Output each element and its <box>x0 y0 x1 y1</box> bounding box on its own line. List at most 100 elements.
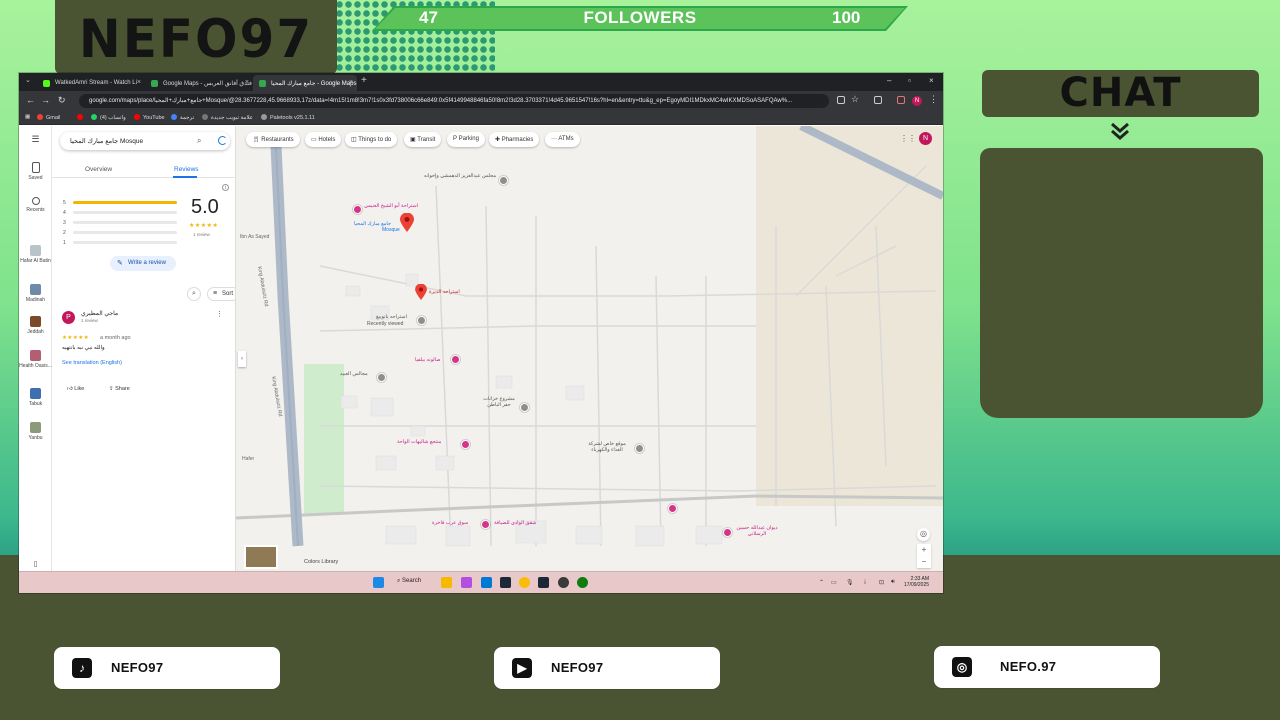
chip-transit[interactable]: ▣ Transit <box>404 132 442 147</box>
bookmark-youtube[interactable]: YouTube <box>134 114 165 121</box>
rail-hafar[interactable]: Hafar Al Batin <box>19 245 52 264</box>
poi-pin-icon[interactable] <box>635 444 644 453</box>
review-more-icon[interactable]: ⋮ <box>216 310 223 318</box>
poi-pin-icon[interactable] <box>353 205 362 214</box>
tab-maps-mosque[interactable]: جامع مبارك المحيا - Google Maps × <box>253 75 357 91</box>
poi-pin-icon[interactable] <box>723 528 732 537</box>
poi-pin-icon[interactable] <box>481 520 490 529</box>
poi-label[interactable]: استراحه بانوبيغ <box>376 314 407 320</box>
info-icon[interactable]: i <box>222 184 229 191</box>
bookmark-gmail[interactable]: Gmail <box>37 114 60 121</box>
search-input[interactable]: جامع مبارك المحيا Mosque <box>70 137 143 145</box>
poi-label[interactable]: ديوان عبدالله حسين الرسلاني <box>734 525 780 537</box>
reviewer-name[interactable]: ماجي المطيري <box>81 310 118 317</box>
bookmark-star-icon[interactable]: ☆ <box>851 94 859 105</box>
poi-pin-icon[interactable] <box>451 355 460 364</box>
tab-overview[interactable]: Overview <box>85 166 112 173</box>
chip-parking[interactable]: P Parking <box>447 132 485 147</box>
tab-kick-stream[interactable]: WatkedAmri Stream - Watch Li × <box>37 75 145 91</box>
poi-pin-icon[interactable] <box>668 504 677 513</box>
forward-icon[interactable]: → <box>41 95 50 105</box>
close-window-icon[interactable]: × <box>929 76 934 85</box>
chip-atms[interactable]: ··· ATMs <box>545 132 580 147</box>
rail-health-oasis[interactable]: Health Oasis... <box>19 350 52 369</box>
map-canvas[interactable]: 🍴︎ Restaurants ▭ Hotels ◫ Things to do ▣… <box>236 126 943 571</box>
maximize-icon[interactable]: ▫ <box>908 76 911 85</box>
bookmark-translate[interactable]: ترجمة <box>171 114 194 121</box>
microphone-icon[interactable]: 🎙︎ <box>846 579 854 586</box>
bookmark-youtube-small[interactable] <box>77 114 86 121</box>
poi-pin-icon[interactable] <box>377 373 386 382</box>
bookmark-new-tab[interactable]: علامة تبويب جديدة <box>202 114 253 121</box>
tab-search-dropdown-icon[interactable]: ⌄ <box>25 76 31 84</box>
poi-label[interactable]: منتجع شاليهات الواحة <box>397 439 441 445</box>
tab-close-icon[interactable]: × <box>349 79 353 86</box>
rail-tabuk[interactable]: Tabuk <box>19 388 52 407</box>
file-explorer-icon[interactable] <box>441 577 452 588</box>
rail-saved[interactable]: Saved <box>19 162 52 181</box>
volume-icon[interactable]: 🔊︎ <box>891 579 895 586</box>
reload-icon[interactable]: ↻ <box>58 95 66 106</box>
chip-pharmacies[interactable]: ✚ Pharmacies <box>489 132 540 147</box>
app-icon[interactable] <box>461 577 472 588</box>
place-pin-icon[interactable] <box>415 284 427 300</box>
rail-recents[interactable]: Recents <box>19 197 52 213</box>
poi-label[interactable]: مجالس العبيد <box>340 371 368 377</box>
rail-madinah[interactable]: Madinah <box>19 284 52 303</box>
chip-hotels[interactable]: ▭ Hotels <box>305 132 342 147</box>
rail-yanbu[interactable]: Yanbu <box>19 422 52 441</box>
bookmark-whatsapp[interactable]: (4) واتساب <box>91 114 126 121</box>
chip-things-to-do[interactable]: ◫ Things to do <box>345 132 398 147</box>
share-button[interactable]: ⇪ Share <box>109 386 130 392</box>
collapse-panel-icon[interactable]: ‹ <box>238 351 246 367</box>
layers-toggle-icon[interactable]: ▯ <box>19 560 52 568</box>
selected-place-pin-icon[interactable] <box>400 213 414 232</box>
xbox-icon[interactable] <box>577 577 588 588</box>
chip-restaurants[interactable]: 🍴︎ Restaurants <box>246 132 300 147</box>
network-icon[interactable]: ⊡ <box>879 579 884 586</box>
install-app-icon[interactable] <box>837 96 845 104</box>
menu-icon[interactable]: ☰ <box>19 134 52 145</box>
poi-label[interactable]: مجلس عبدالعزيز الدهمشي وإخوانه <box>424 173 496 179</box>
bookmark-paletools[interactable]: Paletools v25.1.11 <box>261 114 315 121</box>
extensions-icon[interactable] <box>874 96 882 104</box>
search-icon[interactable]: ⌕ <box>197 136 201 146</box>
minimize-icon[interactable]: – <box>887 76 891 85</box>
tab-maps-hotel[interactable]: Google Maps - فندق أفانق العربس × <box>145 75 253 91</box>
steam-icon[interactable] <box>538 577 549 588</box>
map-profile-avatar[interactable]: N <box>919 132 932 145</box>
zoom-in-icon[interactable]: + <box>917 544 931 556</box>
poi-pin-icon[interactable] <box>461 440 470 449</box>
reviewer-avatar[interactable]: P <box>62 311 75 324</box>
outlook-icon[interactable] <box>481 577 492 588</box>
search-box[interactable]: جامع مبارك المحيا Mosque ⌕ <box>60 132 230 150</box>
poi-label[interactable]: موقع خاص لشركة الغذاء والكهرباء <box>584 441 630 453</box>
my-location-icon[interactable]: ◎ <box>917 528 930 541</box>
apps-grid-icon[interactable]: ▦ <box>25 114 30 120</box>
tab-close-icon[interactable]: × <box>137 79 141 86</box>
tray-app-icon[interactable]: ▭ <box>831 579 837 586</box>
zoom-out-icon[interactable]: − <box>917 556 931 568</box>
tray-app-icon[interactable]: ¡ <box>864 579 866 585</box>
poi-label[interactable]: شقق الوادي للضيافة <box>494 520 536 526</box>
poi-pin-icon[interactable] <box>499 176 508 185</box>
poi-label[interactable]: استراحه الديرة <box>429 289 460 295</box>
browser-menu-icon[interactable]: ⋮ <box>929 94 938 105</box>
extension-icon[interactable] <box>897 96 905 104</box>
poi-label[interactable]: Mosque <box>382 227 400 233</box>
layers-thumbnail[interactable] <box>244 545 278 569</box>
taskbar-clock[interactable]: 2:33 AM 17/09/2025 <box>904 576 929 588</box>
like-button[interactable]: 👍︎ Like <box>67 386 84 392</box>
see-translation-link[interactable]: See translation (English) <box>62 360 122 366</box>
poi-label[interactable]: استراحة أبو الشيخ العنيمي <box>364 203 418 209</box>
poi-recent-label[interactable]: Recently viewed <box>367 321 403 327</box>
tab-close-icon[interactable]: × <box>245 79 249 86</box>
tray-overflow-icon[interactable]: ⌃ <box>819 579 824 586</box>
rail-jeddah[interactable]: Jeddah <box>19 316 52 335</box>
poi-label[interactable]: صالونه بيلفيا <box>415 357 440 363</box>
chrome-icon[interactable] <box>519 577 530 588</box>
taskbar-search[interactable]: ⌕ Search <box>397 578 421 585</box>
back-icon[interactable]: ← <box>26 95 35 105</box>
poi-label[interactable]: سوق عرب فاخرة <box>432 520 468 526</box>
obs-icon[interactable] <box>558 577 569 588</box>
